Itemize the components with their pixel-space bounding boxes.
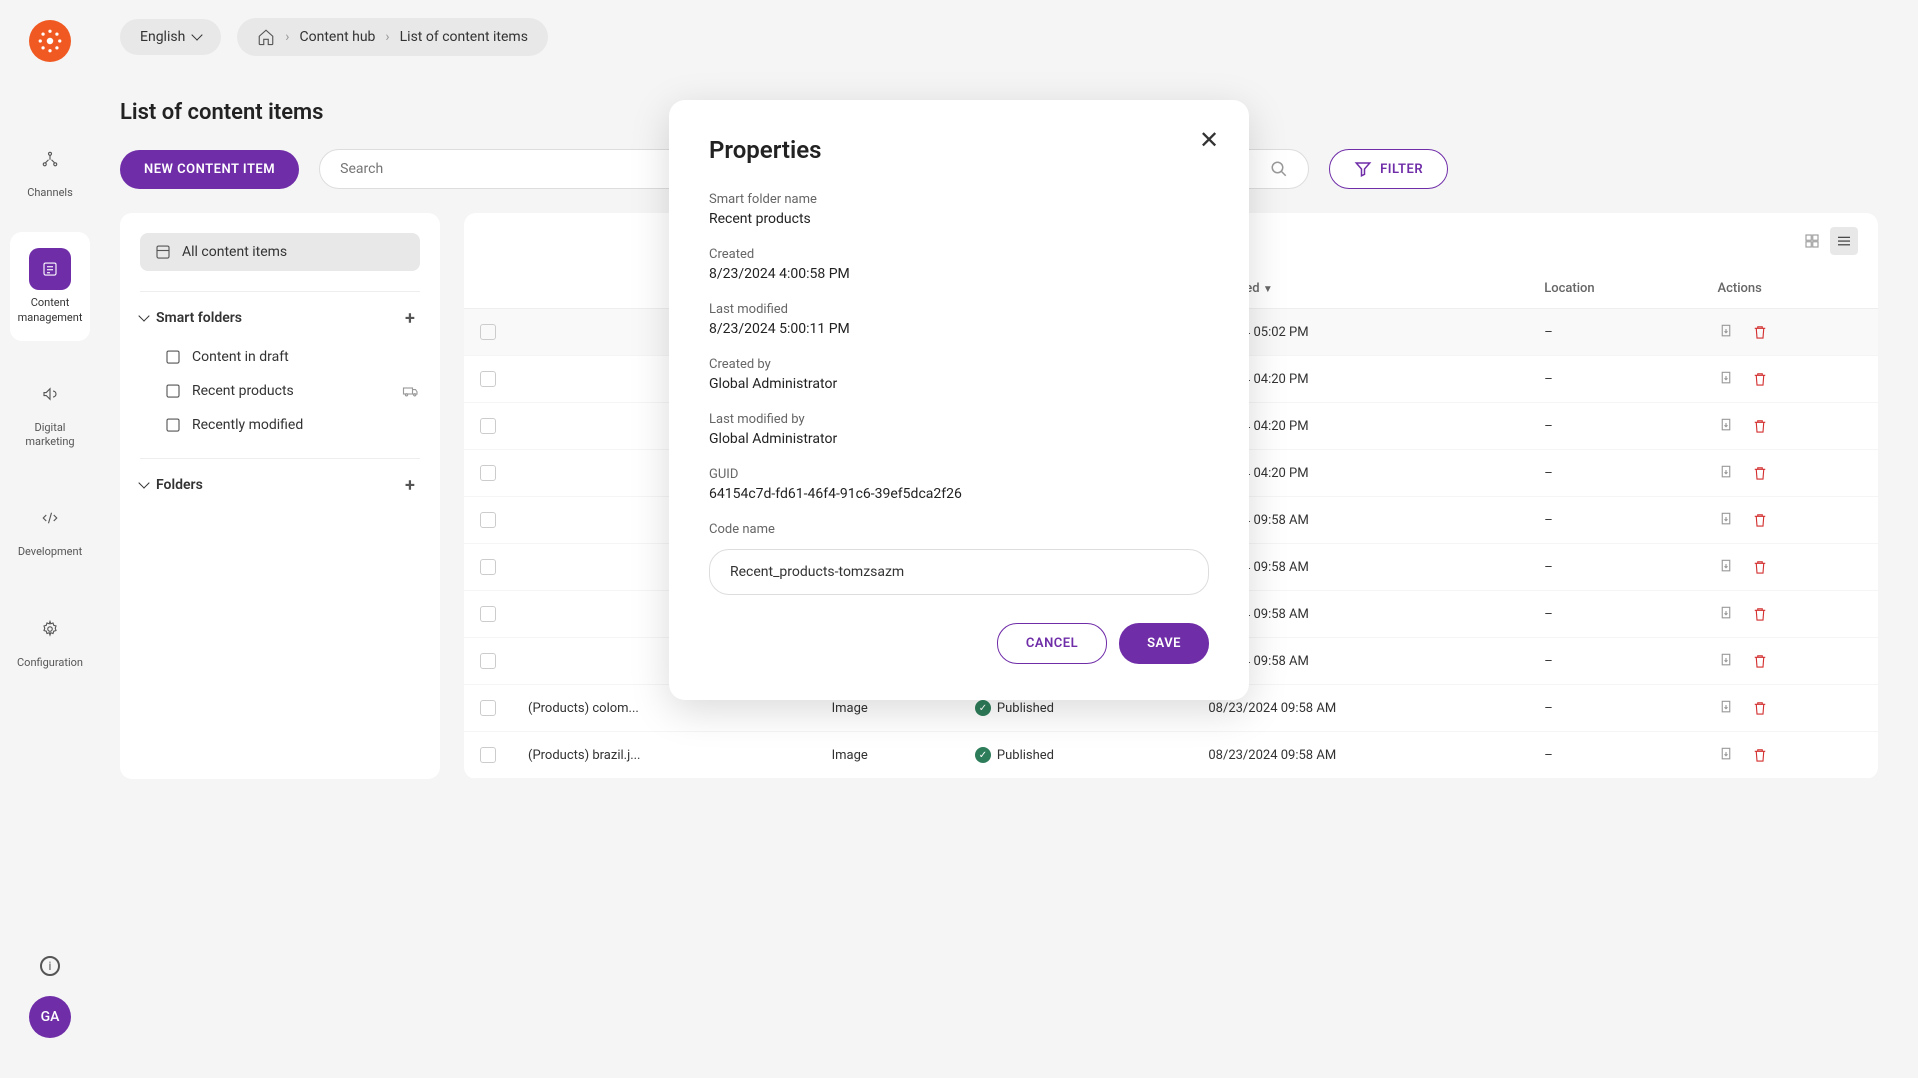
save-button[interactable]: SAVE xyxy=(1119,623,1209,664)
modal-backdrop: ✕ Properties Smart folder name Recent pr… xyxy=(0,0,1918,1078)
created-value: 8/23/2024 4:00:58 PM xyxy=(709,266,1209,282)
modal-title: Properties xyxy=(709,136,1209,164)
properties-modal: ✕ Properties Smart folder name Recent pr… xyxy=(669,100,1249,700)
close-button[interactable]: ✕ xyxy=(1197,128,1221,152)
folder-name-label: Smart folder name xyxy=(709,192,1209,207)
created-label: Created xyxy=(709,247,1209,262)
created-by-label: Created by xyxy=(709,357,1209,372)
code-name-input[interactable] xyxy=(709,549,1209,595)
code-name-label: Code name xyxy=(709,522,1209,537)
last-modified-by-label: Last modified by xyxy=(709,412,1209,427)
folder-name-value: Recent products xyxy=(709,211,1209,227)
last-modified-label: Last modified xyxy=(709,302,1209,317)
guid-value: 64154c7d-fd61-46f4-91c6-39ef5dca2f26 xyxy=(709,486,1209,502)
guid-label: GUID xyxy=(709,467,1209,482)
last-modified-value: 8/23/2024 5:00:11 PM xyxy=(709,321,1209,337)
created-by-value: Global Administrator xyxy=(709,376,1209,392)
last-modified-by-value: Global Administrator xyxy=(709,431,1209,447)
cancel-button[interactable]: CANCEL xyxy=(997,623,1107,664)
